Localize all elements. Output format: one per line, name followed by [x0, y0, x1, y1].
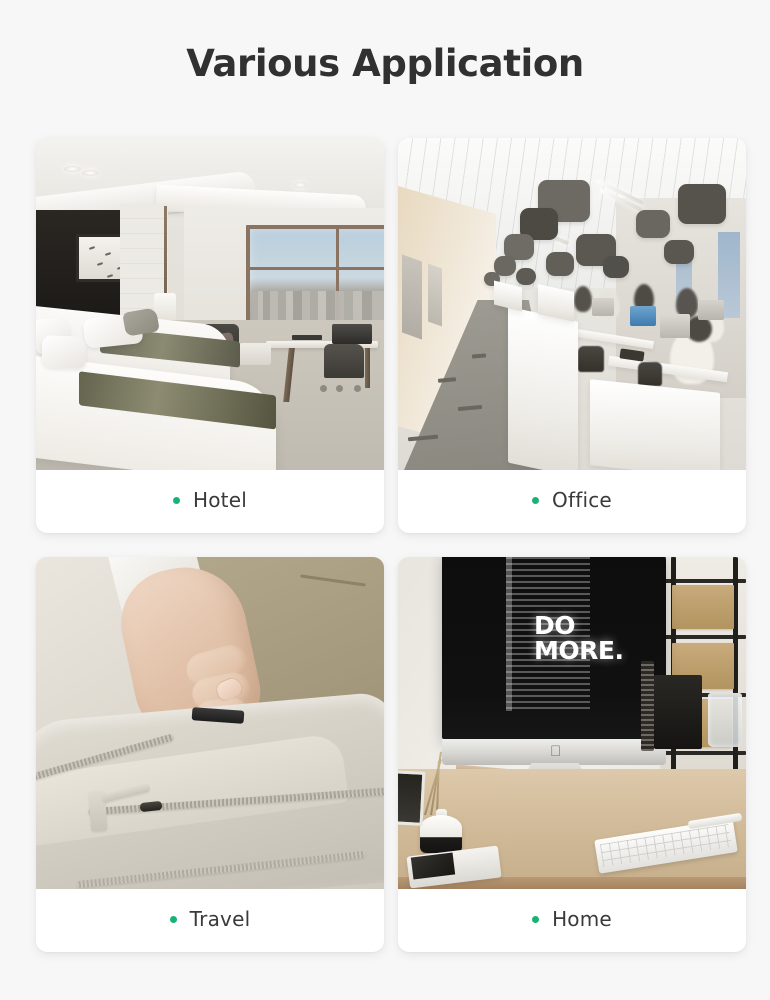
application-card-hotel[interactable]: Hotel	[36, 138, 384, 533]
card-label-home: Home	[398, 889, 746, 952]
card-label-travel: Travel	[36, 889, 384, 952]
card-label-text: Hotel	[193, 487, 247, 512]
card-label-text: Office	[552, 487, 612, 512]
green-dot-icon	[173, 496, 180, 504]
imac-screen-text: DO MORE.	[534, 611, 624, 665]
green-dot-icon	[532, 915, 540, 923]
application-card-grid: Hotel Office Travel DO MORE. Home	[36, 138, 746, 952]
home-desk-photo: DO MORE. 	[398, 557, 746, 889]
hotel-room-photo	[36, 138, 384, 470]
application-card-office[interactable]: Office	[398, 138, 746, 533]
page-title: Various Application	[186, 42, 584, 85]
application-card-home[interactable]: DO MORE. 	[398, 557, 746, 952]
green-dot-icon	[532, 496, 540, 504]
card-label-text: Home	[552, 906, 612, 931]
application-showcase-page: Various Application Hotel Office Travel …	[0, 0, 770, 1000]
card-label-office: Office	[398, 470, 746, 533]
card-label-text: Travel	[189, 906, 251, 931]
travel-backpack-photo	[36, 557, 384, 889]
apple-logo-icon: 	[550, 744, 563, 759]
office-space-photo	[398, 138, 746, 470]
application-card-travel[interactable]: Travel	[36, 557, 384, 952]
card-label-hotel: Hotel	[36, 470, 384, 533]
green-dot-icon	[169, 915, 177, 923]
